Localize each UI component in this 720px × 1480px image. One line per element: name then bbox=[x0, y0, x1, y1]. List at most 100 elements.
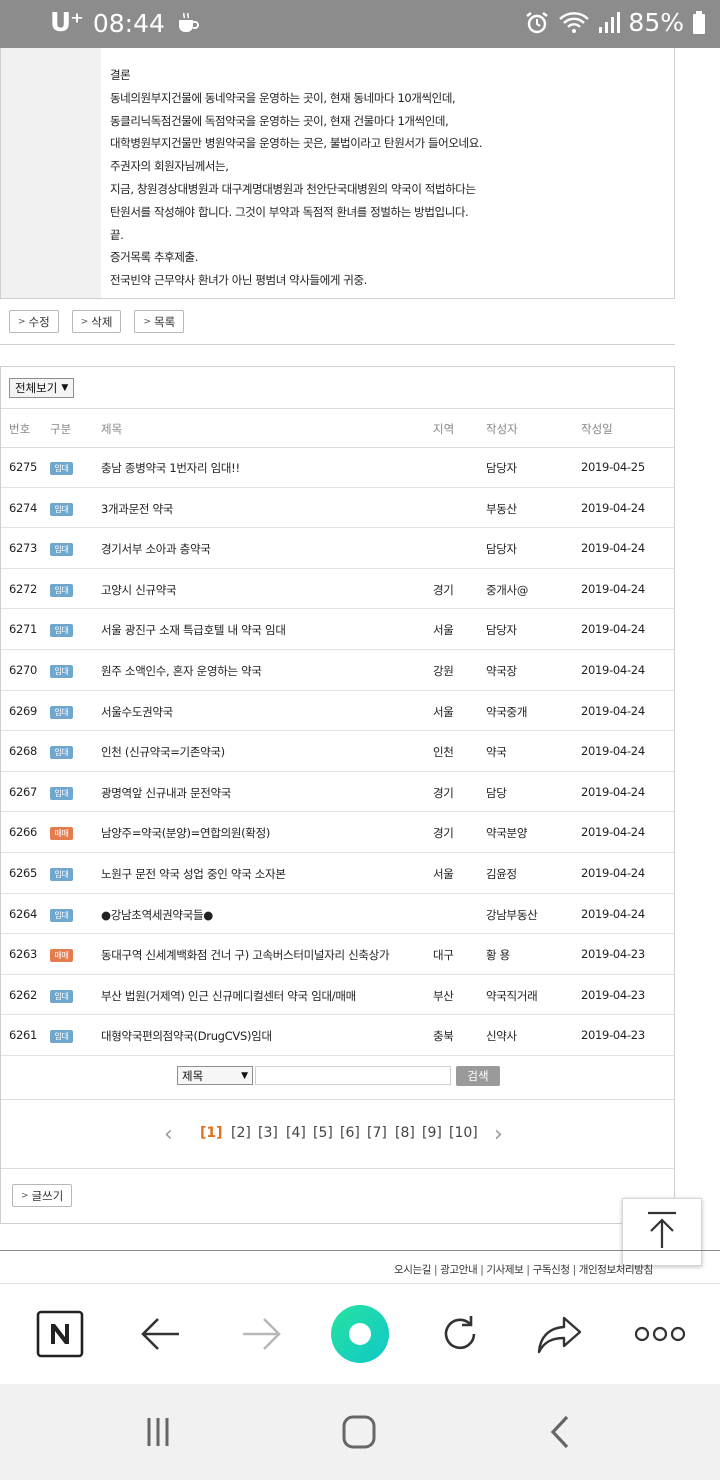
row-category: 임대 bbox=[50, 1028, 73, 1044]
table-row[interactable]: 6270 임대 원주 소액인수, 혼자 운영하는 약국 강원 약국장 2019-04-24 bbox=[1, 650, 674, 691]
row-title-link[interactable]: 노원구 문전 약국 성업 중인 약국 소자본 bbox=[101, 866, 286, 882]
category-badge: 임대 bbox=[50, 665, 73, 678]
write-button[interactable]: > 글쓰기 bbox=[12, 1184, 73, 1207]
next-page-icon[interactable]: › bbox=[494, 1122, 503, 1147]
divider bbox=[0, 344, 675, 345]
table-row[interactable]: 6271 임대 서울 광진구 소재 특급호텔 내 약국 임대 서울 담당자 2019-04… bbox=[1, 609, 674, 650]
search-button[interactable]: 검색 bbox=[456, 1066, 500, 1086]
search-field-select[interactable]: 제목 ▼ bbox=[177, 1066, 253, 1085]
clock: 08:44 bbox=[92, 8, 165, 38]
more-icon[interactable] bbox=[628, 1302, 692, 1366]
naver-icon[interactable] bbox=[28, 1302, 92, 1366]
row-date: 2019-04-25 bbox=[581, 460, 645, 474]
row-title-link[interactable]: 광명역앞 신규내과 문전약국 bbox=[101, 785, 231, 801]
row-date: 2019-04-23 bbox=[581, 987, 645, 1002]
table-row[interactable]: 6261 임대 대형약국편의점약국(DrugCVS)임대 충북 신약사 2019-04-2… bbox=[1, 1015, 674, 1056]
table-row[interactable]: 6263 매매 동대구역 신세계백화점 건너 구) 고속버스터미널자리 신축상가 대구… bbox=[1, 934, 674, 975]
category-badge: 임대 bbox=[50, 746, 73, 760]
prev-page-icon[interactable]: ‹ bbox=[164, 1122, 173, 1147]
table-row[interactable]: 6266 매매 남양주=약국(분양)=연합의원(확정) 경기 약국분양 2019-04-2… bbox=[1, 812, 674, 853]
search-input[interactable] bbox=[255, 1066, 451, 1085]
footer-links: 오시는길 | 광고안내 | 기사제보 | 구독신청 | 개인정보처리방침 bbox=[394, 1264, 653, 1276]
page-link-5[interactable]: [5] bbox=[313, 1125, 333, 1141]
row-title-link[interactable]: 서울 광진구 소재 특급호텔 내 약국 임대 bbox=[101, 622, 286, 638]
table-row[interactable]: 6273 임대 경기서부 소아과 층약국 담당자 2019-04-24 bbox=[1, 528, 674, 569]
page-link-4[interactable]: [4] bbox=[286, 1125, 306, 1141]
article-line: 동클리닉독점건물에 독점약국을 운영하는 곳이, 현재 건물마다 1개씩인데, bbox=[110, 113, 449, 128]
row-region: 경기 bbox=[433, 785, 454, 800]
category-badge: 임대 bbox=[50, 705, 73, 719]
category-badge: 임대 bbox=[50, 989, 73, 1003]
delete-button[interactable]: > 삭제 bbox=[71, 310, 122, 333]
table-row[interactable]: 6265 임대 노원구 문전 약국 성업 중인 약국 소자본 서울 김윤정 2019-04… bbox=[1, 853, 674, 894]
refresh-icon[interactable] bbox=[428, 1302, 492, 1366]
article-line: 대학병원부지건물만 병원약국을 운영하는 곳은, 불법이라고 탄원서가 들어오네… bbox=[110, 136, 483, 151]
share-icon[interactable] bbox=[528, 1302, 592, 1366]
page-link-7[interactable]: [7] bbox=[367, 1125, 387, 1141]
row-title-link[interactable]: 고양시 신규약국 bbox=[101, 582, 177, 598]
page-link-2[interactable]: [2] bbox=[231, 1125, 251, 1141]
page-link-1[interactable]: [1] bbox=[200, 1125, 223, 1141]
article-line: 끝. bbox=[110, 227, 124, 242]
table-row[interactable]: 6275 임대 충남 종병약국 1번자리 임대!! 담당자 2019-04-25 bbox=[1, 447, 674, 488]
row-number: 6273 bbox=[9, 541, 38, 556]
page-link-6[interactable]: [6] bbox=[340, 1125, 360, 1141]
row-author: 담당자 bbox=[486, 461, 517, 475]
row-title-link[interactable]: 충남 종병약국 1번자리 임대!! bbox=[101, 460, 240, 476]
table-row[interactable]: 6274 임대 3개과문전 약국 부동산 2019-04-24 bbox=[1, 488, 674, 529]
row-title-link[interactable]: 대형약국편의점약국(DrugCVS)임대 bbox=[101, 1028, 272, 1044]
carrier-label: U⁺ bbox=[50, 8, 84, 38]
footer-link[interactable]: 광고안내 bbox=[440, 1264, 477, 1276]
row-region: 충북 bbox=[433, 1029, 454, 1044]
row-region: 경기 bbox=[433, 826, 454, 841]
table-row[interactable]: 6269 임대 서울수도권약국 서울 약국중개 2019-04-24 bbox=[1, 691, 674, 732]
footer-link[interactable]: 오시는길 bbox=[394, 1264, 431, 1276]
page-link-10[interactable]: [10] bbox=[449, 1125, 478, 1141]
back-icon[interactable] bbox=[541, 1412, 581, 1452]
forward-arrow-icon[interactable] bbox=[229, 1302, 293, 1366]
row-title-link[interactable]: 남양주=약국(분양)=연합의원(확정) bbox=[101, 825, 270, 841]
page-link-3[interactable]: [3] bbox=[258, 1125, 278, 1141]
recent-apps-icon[interactable] bbox=[138, 1412, 178, 1452]
table-row[interactable]: 6268 임대 인천 (신규약국=기존약국) 인천 약국 2019-04-24 bbox=[1, 731, 674, 772]
row-title-link[interactable]: 3개과문전 약국 bbox=[101, 501, 173, 517]
row-category: 임대 bbox=[50, 744, 73, 760]
chevron-down-icon: ▼ bbox=[241, 1070, 248, 1081]
scroll-top-button[interactable] bbox=[622, 1198, 702, 1266]
row-author: 김윤정 bbox=[486, 867, 517, 881]
row-number: 6275 bbox=[9, 460, 38, 474]
filter-select[interactable]: 전체보기 ▼ bbox=[9, 378, 75, 398]
footer-link[interactable]: 개인정보처리방침 bbox=[579, 1264, 653, 1276]
board-list: 전체보기 ▼ 번호 구분 제목 지역 작성자 작성일 6275 임대 충남 종병약국… bbox=[0, 366, 675, 1224]
row-title-link[interactable]: 경기서부 소아과 층약국 bbox=[101, 541, 211, 557]
footer-link[interactable]: 기사제보 bbox=[486, 1264, 523, 1276]
table-row[interactable]: 6262 임대 부산 법원(거제역) 인근 신규메디컬센터 약국 임대/매매 부산 약국… bbox=[1, 975, 674, 1016]
chevron-right-icon: > bbox=[21, 1190, 29, 1201]
footer-link[interactable]: 구독신청 bbox=[533, 1264, 570, 1276]
row-title-link[interactable]: ●강남초역세권약국들● bbox=[101, 907, 213, 923]
column-header-region: 지역 bbox=[433, 422, 455, 436]
row-title-link[interactable]: 인천 (신규약국=기존약국) bbox=[101, 744, 225, 760]
home-icon[interactable] bbox=[339, 1412, 379, 1452]
page-link-8[interactable]: [8] bbox=[395, 1125, 415, 1141]
row-category: 임대 bbox=[50, 622, 73, 638]
row-title-link[interactable]: 원주 소액인수, 혼자 운영하는 약국 bbox=[101, 663, 262, 679]
table-row[interactable]: 6264 임대 ●강남초역세권약국들● 강남부동산 2019-04-24 bbox=[1, 894, 674, 935]
article-line: 주권자의 회원자님께서는, bbox=[110, 159, 229, 174]
article-line: 증거목록 추후제출. bbox=[110, 250, 198, 265]
page-link-9[interactable]: [9] bbox=[422, 1125, 442, 1141]
row-region: 부산 bbox=[433, 988, 454, 1003]
edit-button[interactable]: > 수정 bbox=[9, 310, 59, 333]
list-button[interactable]: > 목록 bbox=[134, 310, 185, 333]
row-number: 6264 bbox=[9, 906, 38, 921]
article-line: 지금, 창원경상대병원과 대구계명대병원과 천안단국대병원의 약국이 적법하다는 bbox=[110, 181, 476, 196]
row-title-link[interactable]: 서울수도권약국 bbox=[101, 704, 173, 720]
home-circle-icon[interactable] bbox=[328, 1302, 392, 1366]
row-date: 2019-04-24 bbox=[581, 622, 645, 637]
table-row[interactable]: 6267 임대 광명역앞 신규내과 문전약국 경기 담당 2019-04-24 bbox=[1, 772, 674, 813]
back-arrow-icon[interactable] bbox=[129, 1302, 193, 1366]
row-title-link[interactable]: 동대구역 신세계백화점 건너 구) 고속버스터미널자리 신축상가 bbox=[101, 947, 390, 963]
table-row[interactable]: 6272 임대 고양시 신규약국 경기 중개사@ 2019-04-24 bbox=[1, 569, 674, 610]
article-line: 동네의원부지건물에 동네약국을 운영하는 곳이, 현재 동네마다 10개씩인데, bbox=[110, 90, 456, 105]
row-title-link[interactable]: 부산 법원(거제역) 인근 신규메디컬센터 약국 임대/매매 bbox=[101, 988, 356, 1004]
